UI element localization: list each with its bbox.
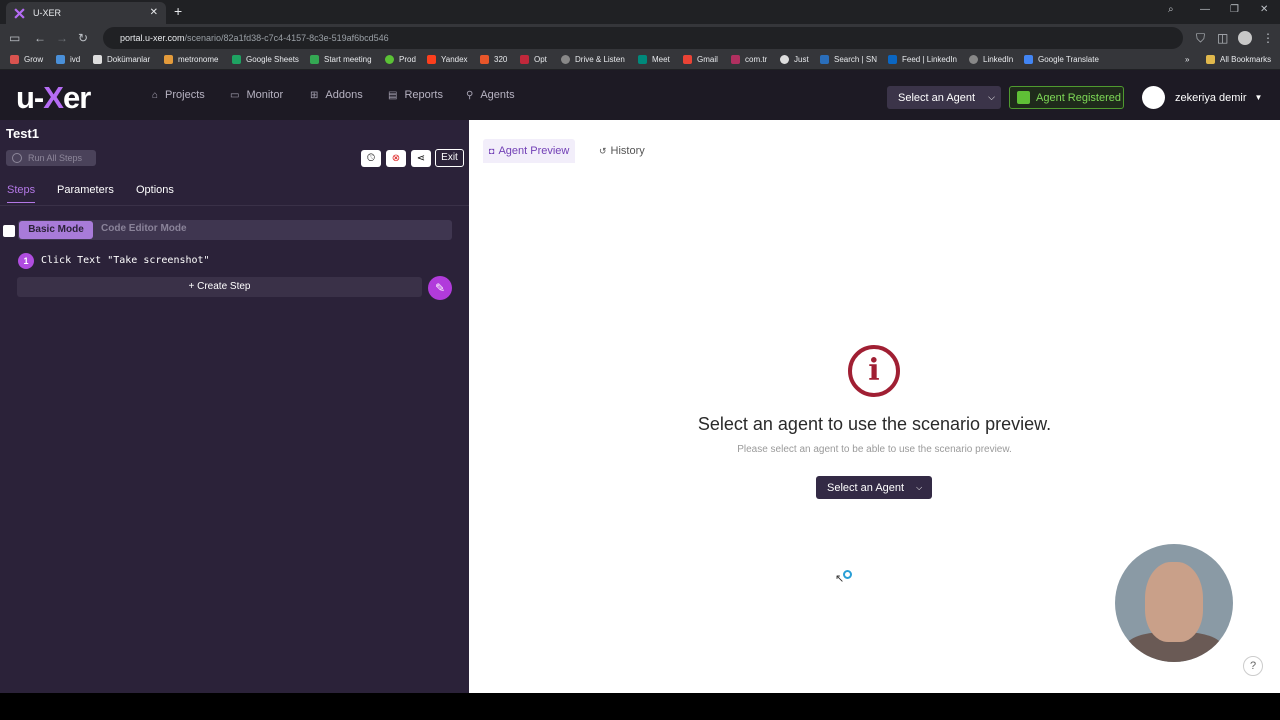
code-editor-mode-button[interactable]: Code Editor Mode	[101, 223, 187, 234]
mode-switch: Basic Mode Code Editor Mode	[18, 220, 452, 240]
reports-icon: ▤	[388, 89, 398, 101]
run-all-steps-button[interactable]: Run All Steps	[6, 150, 96, 166]
bookmark-item[interactable]: Gmail	[683, 55, 718, 64]
step-number-badge: 1	[18, 253, 34, 269]
tab-agent-preview[interactable]: ◘ Agent Preview	[483, 139, 576, 163]
nav-monitor[interactable]: ▭ Monitor	[230, 89, 283, 101]
browser-menu-icon[interactable]: ⋮	[1262, 31, 1274, 45]
exit-button[interactable]: Exit	[435, 149, 464, 167]
magic-wand-icon[interactable]: ✎	[428, 276, 452, 300]
url-host: portal.u-xer.com	[120, 33, 185, 43]
bookmark-item[interactable]: Search | SN	[820, 55, 877, 64]
preview-heading: Select an agent to use the scenario prev…	[697, 414, 1052, 434]
webcam-face	[1145, 562, 1203, 642]
tab-title: U-XER	[33, 8, 62, 18]
close-window-icon[interactable]: ✕	[1260, 4, 1268, 15]
bookmark-item[interactable]: Meet	[638, 55, 670, 64]
bookmarks-bar: Grow ivd Dokümanlar metronome Google She…	[0, 52, 1280, 70]
loading-spinner-icon	[843, 570, 852, 579]
nav-agents[interactable]: ⚲ Agents	[466, 89, 515, 101]
webcam-overlay	[1115, 544, 1233, 662]
minimize-icon[interactable]: —	[1200, 4, 1210, 15]
profile-icon[interactable]	[1238, 31, 1252, 45]
caret-down-icon: ▼	[1254, 93, 1263, 102]
url-path: /scenario/82a1fd38-c7c4-4157-8c3e-519af6…	[184, 33, 389, 43]
bookmark-item[interactable]: LinkedIn	[969, 55, 1013, 64]
tab-parameters[interactable]: Parameters	[57, 184, 114, 196]
scenario-panel: Test1 Run All Steps 🕓︎ ⊗ ⋖ Exit Steps Pa…	[0, 120, 469, 693]
step-text[interactable]: Click Text "Take screenshot"	[41, 255, 210, 266]
bookmark-item[interactable]: Prod	[385, 55, 416, 64]
monitor-icon: ▭	[230, 89, 240, 101]
info-icon: i	[848, 345, 900, 397]
preview-subtext: Please select an agent to be able to use…	[737, 444, 1012, 455]
bookmark-item[interactable]: metronome	[164, 55, 218, 64]
browser-tab[interactable]: U-XER ✕	[6, 2, 166, 24]
avatar	[1142, 86, 1165, 109]
bookmark-item[interactable]: Drive & Listen	[561, 55, 625, 64]
sidebar-toggle-icon[interactable]: ▭	[9, 31, 20, 45]
bookmark-item[interactable]: Feed | LinkedIn	[888, 55, 957, 64]
play-icon	[12, 153, 22, 163]
address-bar-row: ▭ ← → ↻ portal.u-xer.com/scenario/82a1fd…	[0, 24, 1280, 52]
tab-history[interactable]: ↺ History	[593, 139, 651, 163]
bookmark-item[interactable]: Dokümanlar	[93, 55, 150, 64]
all-bookmarks-folder[interactable]: All Bookmarks	[1206, 55, 1271, 64]
bookmark-item[interactable]: Just	[780, 55, 809, 64]
basic-mode-button[interactable]: Basic Mode	[19, 221, 93, 239]
select-all-checkbox[interactable]	[3, 225, 15, 237]
select-agent-button[interactable]: Select an Agent ⌵	[816, 476, 932, 499]
stop-icon[interactable]: ⊗	[386, 150, 406, 167]
uxer-logo[interactable]: u-Xer	[16, 80, 91, 116]
agent-registered-button[interactable]: Agent Registered	[1009, 86, 1124, 109]
app-header: u-Xer ⌂ Projects ▭ Monitor ⊞ Addons ▤ Report…	[0, 70, 1280, 120]
history-icon: ↺	[599, 145, 607, 156]
camera-icon: ◘	[489, 146, 495, 156]
preview-panel: ◘ Agent Preview ↺ History i Select an agen…	[469, 120, 1280, 693]
new-tab-button[interactable]: +	[174, 3, 182, 19]
agents-icon: ⚲	[466, 89, 474, 101]
plus-icon: +	[188, 281, 198, 292]
help-icon[interactable]: ?	[1243, 656, 1263, 676]
header-select-agent-dropdown[interactable]: Select an Agent ⌵	[887, 86, 1001, 109]
bookmark-item[interactable]: Yandex	[427, 55, 468, 64]
bottom-bar	[0, 693, 1280, 720]
user-menu[interactable]: zekeriya demir ▼	[1142, 86, 1262, 109]
vpn-shield-icon[interactable]: ⛉	[1196, 31, 1205, 46]
bookmark-item[interactable]: Opt	[520, 55, 547, 64]
addons-icon: ⊞	[310, 89, 319, 101]
chevron-down-icon: ⌵	[988, 92, 995, 102]
bookmark-item[interactable]: com.tr	[731, 55, 767, 64]
tab-options[interactable]: Options	[136, 184, 174, 196]
bookmark-item[interactable]: ivd	[56, 55, 80, 64]
share-icon[interactable]: ⋖	[411, 150, 431, 167]
restore-icon[interactable]: ❐	[1230, 4, 1239, 15]
bookmark-item[interactable]: Start meeting	[310, 55, 372, 64]
scenario-tabs: Steps Parameters Options	[0, 178, 469, 206]
plug-icon	[1017, 91, 1030, 104]
history-icon[interactable]: 🕓︎	[361, 150, 381, 167]
close-tab-icon[interactable]: ✕	[150, 7, 158, 18]
url-field[interactable]: portal.u-xer.com/scenario/82a1fd38-c7c4-…	[103, 27, 1183, 49]
bookmark-item[interactable]: 320	[480, 55, 507, 64]
nav-reports[interactable]: ▤ Reports	[388, 89, 443, 101]
side-panel-icon[interactable]: ◫	[1217, 31, 1228, 45]
projects-icon: ⌂	[152, 89, 159, 101]
chevron-down-icon: ⌵	[916, 482, 923, 492]
create-step-button[interactable]: + Create Step	[17, 277, 422, 297]
back-icon[interactable]: ←	[34, 31, 46, 45]
more-bookmarks-icon[interactable]: »	[1185, 55, 1189, 64]
search-tabs-icon[interactable]: ⌕	[1168, 4, 1174, 15]
bookmark-item[interactable]: Google Sheets	[232, 55, 299, 64]
nav-projects[interactable]: ⌂ Projects	[152, 89, 205, 101]
browser-tabbar: U-XER ✕ + ⌕ — ❐ ✕	[0, 0, 1280, 24]
bookmark-item[interactable]: Google Translate	[1024, 55, 1099, 64]
tab-steps[interactable]: Steps	[7, 184, 36, 203]
reload-icon[interactable]: ↻	[78, 31, 88, 45]
uxer-favicon-icon	[14, 7, 25, 19]
forward-icon[interactable]: →	[56, 31, 68, 45]
bookmark-item[interactable]: Grow	[10, 55, 43, 64]
scenario-title: Test1	[6, 126, 39, 141]
nav-addons[interactable]: ⊞ Addons	[310, 89, 363, 101]
